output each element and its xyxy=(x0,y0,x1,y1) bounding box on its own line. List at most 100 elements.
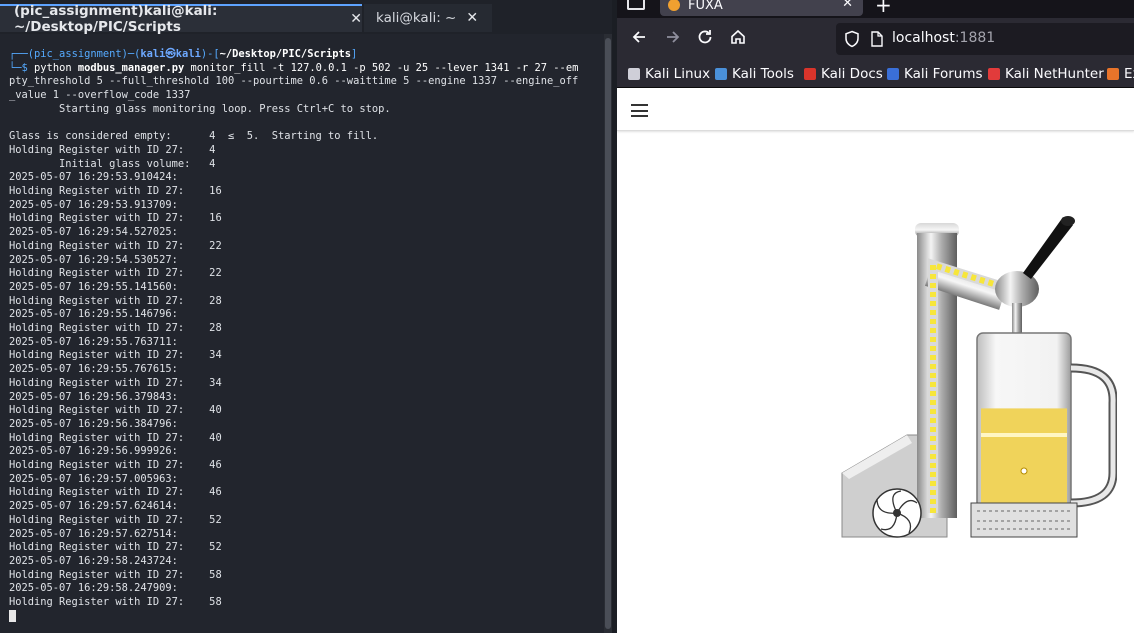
address-bar[interactable]: localhost:1881 xyxy=(836,23,1134,55)
terminal-output-line: 2025-05-07 16:29:55.146796: xyxy=(9,308,178,321)
command-args: monitor_fill -t 127.0.0.1 -p 502 -u 25 -… xyxy=(184,61,579,74)
beer-tap-scene xyxy=(841,216,1117,538)
browser-tab-title: FUXA xyxy=(688,0,723,13)
menu-icon[interactable] xyxy=(631,104,648,117)
terminal-output-line: Holding Register with ID 27: 40 xyxy=(9,431,222,444)
terminal-output-line: 2025-05-07 16:29:53.913709: xyxy=(9,198,178,211)
bookmarks-toolbar: Kali Linux Kali Tools Kali Docs Kali For… xyxy=(617,60,1134,88)
terminal-output-line: 2025-05-07 16:29:56.999926: xyxy=(9,445,178,458)
bookmark-label: Ex xyxy=(1124,66,1134,82)
terminal-output-line: 2025-05-07 16:29:55.763711: xyxy=(9,335,178,348)
terminal-output-line: 2025-05-07 16:29:53.910424: xyxy=(9,171,178,184)
browser-window: FUXA ✕ + localhost:1881 Kali Linux Kali … xyxy=(617,0,1134,633)
beer-mug xyxy=(970,332,1117,538)
terminal-output-line: Glass is considered empty: 4 ≤ 5. Starti… xyxy=(9,130,379,143)
terminal-output-line: Holding Register with ID 27: 52 xyxy=(9,513,222,526)
command-bin: python xyxy=(34,61,72,74)
terminal-output-line: Starting glass monitoring loop. Press Ct… xyxy=(9,102,391,115)
back-button[interactable] xyxy=(628,28,650,50)
terminal-tab-scripts[interactable]: (pic_assignment)kali@kali: ~/Desktop/PIC… xyxy=(0,3,362,35)
terminal-scrollbar[interactable] xyxy=(604,34,612,633)
terminal-output-line: Initial glass volume: 4 xyxy=(9,157,216,170)
terminal-output-line: Holding Register with ID 27: 22 xyxy=(9,267,222,280)
terminal-output-line: 2025-05-07 16:29:58.247909: xyxy=(9,582,178,595)
terminal-output-line: Holding Register with ID 27: 46 xyxy=(9,459,222,472)
bookmark-label: Kali Tools xyxy=(732,66,794,82)
fuxa-hmi-view xyxy=(617,88,1134,633)
terminal-output-line: 2025-05-07 16:29:58.243724: xyxy=(9,555,178,567)
terminal-output-line: 2025-05-07 16:29:55.141560: xyxy=(9,280,178,293)
bookmark-kali-forums[interactable]: Kali Forums xyxy=(887,65,983,83)
terminal-output-line: Holding Register with ID 27: 58 xyxy=(9,568,222,581)
terminal-cursor xyxy=(9,609,16,622)
kali-docs-icon xyxy=(804,68,816,80)
bookmark-label: Kali Linux xyxy=(645,66,711,82)
bookmark-kali-nethunter[interactable]: Kali NetHunter xyxy=(988,65,1104,83)
program-output: Starting glass monitoring loop. Press Ct… xyxy=(9,103,599,610)
command-line: └─$ python modbus_manager.py monitor_fil… xyxy=(9,61,579,74)
beer-faucet xyxy=(995,216,1075,341)
close-icon[interactable]: ✕ xyxy=(842,0,853,11)
prompt-user: kali㉿kali xyxy=(140,48,201,60)
terminal-output-line: 2025-05-07 16:29:56.384796: xyxy=(9,417,178,430)
browser-tab-strip: FUXA ✕ + xyxy=(617,0,1134,18)
terminal-output-line: Holding Register with ID 27: 16 xyxy=(9,185,222,198)
terminal-output-line: 2025-05-07 16:29:57.627514: xyxy=(9,527,178,540)
bookmark-label: Kali NetHunter xyxy=(1005,66,1104,82)
terminal-output-line: Holding Register with ID 27: 16 xyxy=(9,212,222,225)
command-script: modbus_manager.py xyxy=(77,61,185,74)
kali-dragon-icon xyxy=(628,68,640,80)
bookmark-kali-tools[interactable]: Kali Tools xyxy=(715,65,794,83)
home-icon xyxy=(731,29,745,44)
fuxa-favicon-icon xyxy=(668,0,680,11)
terminal-tab-label: (pic_assignment)kali@kali: ~/Desktop/PIC… xyxy=(14,3,218,35)
terminal-output-line: 2025-05-07 16:29:55.767615: xyxy=(9,363,178,376)
terminal-output-line: Holding Register with ID 27: 40 xyxy=(9,404,222,417)
terminal-output-line: 2025-05-07 16:29:54.527025: xyxy=(9,226,178,239)
terminal-output-line: Holding Register with ID 27: 4 xyxy=(9,143,216,156)
prompt-path: ~/Desktop/PIC/Scripts xyxy=(219,48,351,60)
terminal-output[interactable]: ┌──(pic_assignment)─(kali㉿kali)-[~/Deskt… xyxy=(9,48,599,625)
reload-button[interactable] xyxy=(694,28,716,50)
home-button[interactable] xyxy=(727,28,749,50)
terminal-output-line: 2025-05-07 16:29:57.624614: xyxy=(9,500,178,513)
browser-nav-bar: localhost:1881 xyxy=(617,18,1134,60)
terminal-output-line: Holding Register with ID 27: 28 xyxy=(9,322,222,335)
terminal-output-line: 2025-05-07 16:29:57.005963: xyxy=(9,472,178,485)
url-text: localhost:1881 xyxy=(892,30,995,46)
kali-tools-icon xyxy=(715,68,727,80)
browser-tab-fuxa[interactable]: FUXA ✕ xyxy=(660,0,863,16)
arrow-right-icon xyxy=(667,31,680,43)
url-port: :1881 xyxy=(954,30,996,46)
terminal-output-line: Holding Register with ID 27: 52 xyxy=(9,541,222,554)
forward-button[interactable] xyxy=(662,28,684,50)
kali-forums-icon xyxy=(887,68,899,80)
prompt-symbol: $ xyxy=(21,61,28,74)
tab-list-icon[interactable] xyxy=(627,0,645,10)
shield-icon xyxy=(845,30,859,48)
arrow-left-icon xyxy=(632,31,645,43)
pump-wheel-icon xyxy=(872,488,922,538)
reload-icon xyxy=(698,30,712,44)
url-host: localhost xyxy=(892,30,955,46)
terminal-output-line: Holding Register with ID 27: 34 xyxy=(9,376,222,389)
beer-level-fill xyxy=(981,408,1067,507)
bookmark-kali-linux[interactable]: Kali Linux xyxy=(628,65,710,83)
terminal-tab-home[interactable]: kali@kali: ~ ✕ xyxy=(364,4,492,32)
terminal-output-line: 2025-05-07 16:29:54.530527: xyxy=(9,253,178,266)
bookmark-exploit-db[interactable]: Ex xyxy=(1107,65,1134,83)
terminal-output-line: Holding Register with ID 27: 46 xyxy=(9,486,222,499)
close-icon[interactable]: ✕ xyxy=(466,10,478,26)
terminal-tab-bar: (pic_assignment)kali@kali: ~/Desktop/PIC… xyxy=(0,0,612,35)
terminal-output-line: Holding Register with ID 27: 58 xyxy=(9,596,222,609)
terminal-window[interactable]: (pic_assignment)kali@kali: ~/Desktop/PIC… xyxy=(0,0,612,633)
bookmark-kali-docs[interactable]: Kali Docs xyxy=(804,65,883,83)
scrollbar-thumb[interactable] xyxy=(605,38,611,629)
new-tab-button[interactable]: + xyxy=(875,0,892,17)
terminal-output-line: Holding Register with ID 27: 34 xyxy=(9,349,222,362)
close-icon[interactable]: ✕ xyxy=(350,11,362,27)
command-line-cont: pty_threshold 5 --full_threshold 100 --p… xyxy=(9,75,579,88)
terminal-output-line: Holding Register with ID 27: 28 xyxy=(9,294,222,307)
prompt-venv: (pic_assignment) xyxy=(27,48,128,60)
